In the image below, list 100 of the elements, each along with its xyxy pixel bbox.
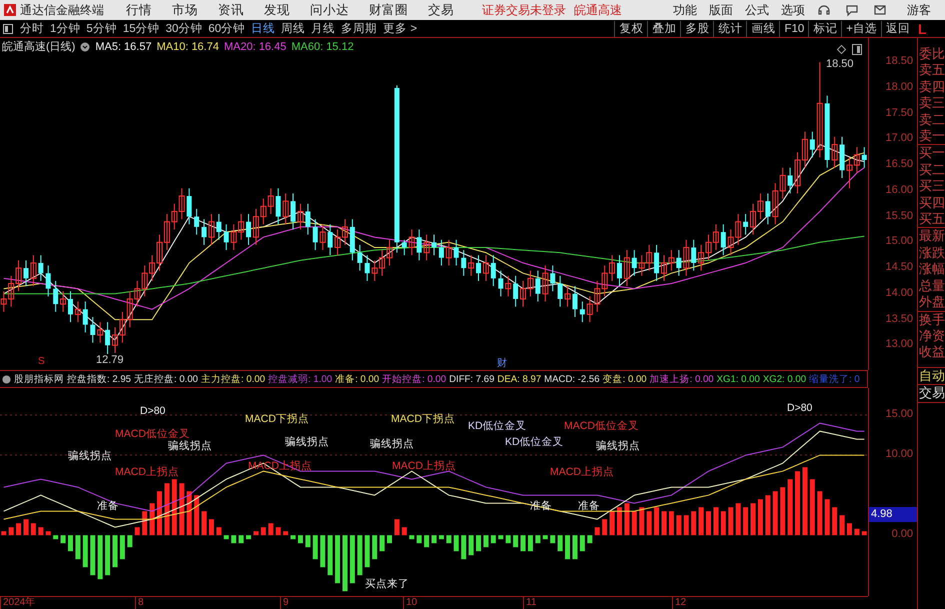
- period-tab[interactable]: 多周期: [338, 20, 380, 36]
- axis-tick-label: 13.50: [885, 312, 913, 325]
- menu-item[interactable]: 市场: [172, 2, 198, 18]
- quote-field-label: 涨幅: [918, 261, 945, 278]
- quote-field-label: 卖三: [918, 95, 945, 112]
- candle: [97, 322, 104, 344]
- menu-item[interactable]: 版面: [709, 2, 733, 18]
- toolbar-button[interactable]: 返回: [881, 20, 914, 36]
- candle: [550, 265, 556, 292]
- trade-label[interactable]: 交易: [918, 385, 945, 402]
- signal-annotation: 骗线拐点: [285, 436, 329, 449]
- candle: [461, 250, 466, 276]
- chat-icon[interactable]: [845, 3, 859, 17]
- candle: [542, 265, 548, 302]
- menu-item[interactable]: 问小达: [310, 2, 349, 18]
- mail-icon[interactable]: [873, 3, 887, 17]
- current-value-badge: 4.98: [869, 507, 917, 522]
- toolbar-button[interactable]: 复权: [614, 20, 648, 36]
- period-tab[interactable]: 5分钟: [83, 20, 120, 36]
- event-marker: S: [38, 356, 45, 367]
- menu-item[interactable]: 发现: [264, 2, 290, 18]
- indicator-value: 准备: 0.00: [335, 372, 380, 386]
- period-tab[interactable]: 15分钟: [120, 20, 163, 36]
- toolbar-button[interactable]: 多股: [680, 20, 714, 36]
- trade-label[interactable]: 自动: [918, 368, 945, 386]
- candle: [408, 228, 415, 256]
- more-button[interactable]: 更多 >: [380, 20, 420, 36]
- period-tab[interactable]: 月线: [308, 20, 338, 36]
- period-tab[interactable]: 1分钟: [47, 20, 84, 36]
- quote-field-label: 买二: [918, 162, 945, 178]
- quote-field-label: 卖一: [918, 128, 945, 144]
- candle: [513, 275, 518, 308]
- candle: [90, 316, 96, 344]
- toolbar-button[interactable]: 画线: [746, 20, 780, 36]
- axis-tick-label: 14.00: [885, 286, 913, 299]
- user-label[interactable]: 游客: [907, 2, 931, 18]
- candle: [505, 275, 512, 297]
- panel-toggle-icon[interactable]: [3, 24, 13, 34]
- candle: [624, 250, 630, 287]
- candle: [276, 188, 281, 225]
- toolbar-button[interactable]: +自选: [841, 20, 881, 36]
- status-link[interactable]: 证券交易未登录: [482, 2, 566, 18]
- diamond-icon[interactable]: [837, 45, 846, 54]
- period-tab[interactable]: 60分钟: [205, 20, 248, 36]
- quote-field-label: 委比: [918, 46, 945, 62]
- candle: [580, 301, 585, 323]
- indicator-value: XG1: 0.00: [716, 374, 760, 384]
- status-link[interactable]: 皖通高速: [574, 2, 622, 18]
- candle: [30, 254, 36, 287]
- toolbar-button[interactable]: F10: [779, 20, 808, 36]
- logo-icon: [4, 4, 16, 16]
- period-tab[interactable]: 分时: [17, 20, 47, 36]
- candle: [312, 218, 318, 251]
- panel-icon[interactable]: [852, 44, 862, 55]
- quote-field-label: 换手: [918, 310, 945, 328]
- candle: [364, 254, 370, 282]
- indicator-value: 缩量洗了: 0: [809, 372, 860, 386]
- toolbar-button[interactable]: 叠加: [647, 20, 680, 36]
- menu-item[interactable]: 公式: [745, 2, 769, 18]
- headset-icon[interactable]: [817, 3, 831, 17]
- candle: [416, 228, 422, 261]
- indicator-value: 变盘: 0.00: [602, 372, 647, 386]
- toolbar-button[interactable]: 统计: [713, 20, 746, 36]
- candle: [46, 265, 51, 297]
- low-price-label: 12.79: [96, 354, 124, 366]
- high-price-label: 18.50: [826, 58, 854, 70]
- axis-tick-label: 13.00: [885, 338, 913, 350]
- moving-average-value: MA60: 15.12: [291, 40, 354, 52]
- settings-icon[interactable]: [80, 42, 90, 52]
- menu-item[interactable]: 财富圈: [369, 2, 408, 18]
- menu-item[interactable]: 行情: [126, 2, 152, 18]
- period-tab[interactable]: 日线: [248, 20, 278, 36]
- circle-icon[interactable]: [2, 374, 11, 384]
- candle: [432, 234, 436, 256]
- menu-item[interactable]: 交易: [428, 2, 454, 18]
- menu-item[interactable]: 功能: [673, 2, 697, 18]
- menu-item[interactable]: 资讯: [218, 2, 244, 18]
- axis-tick-label: 15.00: [885, 235, 913, 248]
- signal-annotation: 骗线拐点: [168, 440, 212, 453]
- toolbar-button[interactable]: 标记: [808, 20, 842, 36]
- quote-field-label: 买四: [918, 194, 945, 212]
- date-label: 2024年: [0, 597, 36, 609]
- candle: [424, 234, 430, 261]
- menu-item[interactable]: 选项: [781, 2, 805, 18]
- signal-annotation: D>80: [140, 405, 166, 418]
- axis-tick-label: 15.50: [885, 210, 913, 222]
- date-label: 12: [672, 597, 686, 609]
- signal-annotation: 骗线拐点: [370, 438, 414, 451]
- date-label: 8: [135, 597, 144, 609]
- candle: [74, 301, 81, 323]
- date-label: 9: [280, 597, 289, 609]
- date-label: 10: [403, 597, 418, 609]
- period-tab[interactable]: 30分钟: [162, 20, 206, 36]
- signal-annotation: 骗线拐点: [68, 450, 112, 463]
- axis-tick-label: 17.50: [885, 106, 913, 119]
- period-tab[interactable]: 周线: [278, 20, 308, 36]
- candle: [186, 188, 192, 225]
- candle: [632, 250, 637, 276]
- quote-field-label: 卖四: [918, 78, 945, 96]
- candle: [676, 250, 682, 276]
